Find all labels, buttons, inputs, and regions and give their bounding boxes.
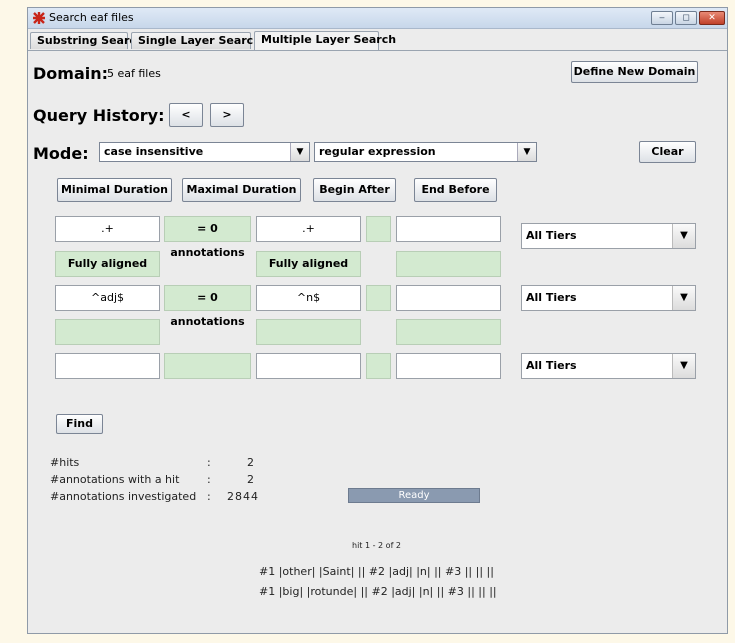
domain-label: Domain: xyxy=(33,64,109,83)
tier-select-r2[interactable]: All Tiers ▼ xyxy=(521,285,696,311)
query-field-r1-c1[interactable]: .+ xyxy=(55,216,160,242)
find-button[interactable]: Find xyxy=(56,414,103,434)
hit-range-label: hit 1 - 2 of 2 xyxy=(352,541,402,550)
close-icon[interactable]: ✕ xyxy=(699,11,725,25)
maximal-duration-button[interactable]: Maximal Duration xyxy=(182,178,301,202)
chevron-down-icon[interactable]: ▼ xyxy=(672,286,695,310)
tab-single-layer-search[interactable]: Single Layer Search xyxy=(131,32,261,49)
annotations-with-hit-label: #annotations with a hit xyxy=(50,473,180,486)
case-mode-value: case insensitive xyxy=(104,145,204,158)
query-field-r2-c1[interactable]: ^adj$ xyxy=(55,285,160,311)
domain-value: 5 eaf files xyxy=(107,67,161,80)
history-prev-button[interactable]: < xyxy=(169,103,203,127)
app-icon xyxy=(33,12,45,24)
chevron-down-icon[interactable]: ▼ xyxy=(517,143,536,161)
tier-select-r1[interactable]: All Tiers ▼ xyxy=(521,223,696,249)
annotations-investigated-label: #annotations investigated xyxy=(50,490,197,503)
tier-select-value: All Tiers xyxy=(526,229,577,242)
relation-box-r3-c2[interactable] xyxy=(366,353,391,379)
maximize-icon[interactable]: ◻ xyxy=(675,11,697,25)
query-field-r1-c2[interactable]: .+ xyxy=(256,216,361,242)
query-field-r3-c3[interactable] xyxy=(396,353,501,379)
tab-divider xyxy=(28,50,727,51)
minimal-duration-button[interactable]: Minimal Duration xyxy=(57,178,172,202)
query-field-r3-c2[interactable] xyxy=(256,353,361,379)
alignment-box-r2-c2[interactable] xyxy=(256,319,361,345)
alignment-box-r1-c2[interactable]: Fully aligned xyxy=(256,251,361,277)
minimize-icon[interactable]: ‒ xyxy=(651,11,673,25)
mode-label: Mode: xyxy=(33,144,89,163)
tier-select-value: All Tiers xyxy=(526,291,577,304)
tier-select-r3[interactable]: All Tiers ▼ xyxy=(521,353,696,379)
alignment-box-r1-c3[interactable] xyxy=(396,251,501,277)
regex-mode-select[interactable]: regular expression ▼ xyxy=(314,142,537,162)
relation-box-r2-c2[interactable] xyxy=(366,285,391,311)
case-mode-select[interactable]: case insensitive ▼ xyxy=(99,142,310,162)
result-line-1[interactable]: #1 |other| |Saint| || #2 |adj| |n| || #3… xyxy=(259,565,494,578)
chevron-down-icon[interactable]: ▼ xyxy=(290,143,309,161)
relation-box-r2-c1[interactable]: = 0 annotations xyxy=(164,285,251,328)
tab-multiple-layer-search[interactable]: Multiple Layer Search xyxy=(254,31,396,50)
result-line-2[interactable]: #1 |big| |rotunde| || #2 |adj| |n| || #3… xyxy=(259,585,497,598)
query-history-label: Query History: xyxy=(33,106,165,125)
window-title: Search eaf files xyxy=(49,11,134,24)
query-field-r2-c2[interactable]: ^n$ xyxy=(256,285,361,311)
hits-value: 2 xyxy=(247,456,254,469)
search-window: Search eaf files ‒ ◻ ✕ Substring Search … xyxy=(27,7,728,634)
relation-box-r1-c2[interactable] xyxy=(366,216,391,242)
relation-box-r3-c1[interactable] xyxy=(164,353,251,379)
tab-substring-search[interactable]: Substring Search xyxy=(30,32,144,49)
query-field-r1-c3[interactable] xyxy=(396,216,501,242)
define-new-domain-button[interactable]: Define New Domain xyxy=(571,61,698,83)
alignment-box-r2-c3[interactable] xyxy=(396,319,501,345)
title-bar: Search eaf files ‒ ◻ ✕ xyxy=(28,8,727,29)
end-before-button[interactable]: End Before xyxy=(414,178,497,202)
alignment-box-r2-c1[interactable] xyxy=(55,319,160,345)
alignment-box-r1-c1[interactable]: Fully aligned xyxy=(55,251,160,277)
regex-mode-value: regular expression xyxy=(319,145,436,158)
annotations-investigated-value: 2844 xyxy=(227,490,259,503)
annotations-investigated-separator: : xyxy=(207,490,211,503)
clear-button[interactable]: Clear xyxy=(639,141,696,163)
annotations-with-hit-value: 2 xyxy=(247,473,254,486)
relation-box-r1-c1[interactable]: = 0 annotations xyxy=(164,216,251,259)
begin-after-button[interactable]: Begin After xyxy=(313,178,396,202)
status-progress-bar: Ready xyxy=(348,488,480,503)
query-field-r2-c3[interactable] xyxy=(396,285,501,311)
chevron-down-icon[interactable]: ▼ xyxy=(672,354,695,378)
history-next-button[interactable]: > xyxy=(210,103,244,127)
hits-separator: : xyxy=(207,456,211,469)
tier-select-value: All Tiers xyxy=(526,359,577,372)
chevron-down-icon[interactable]: ▼ xyxy=(672,224,695,248)
query-field-r3-c1[interactable] xyxy=(55,353,160,379)
annotations-with-hit-separator: : xyxy=(207,473,211,486)
hits-label: #hits xyxy=(50,456,80,469)
